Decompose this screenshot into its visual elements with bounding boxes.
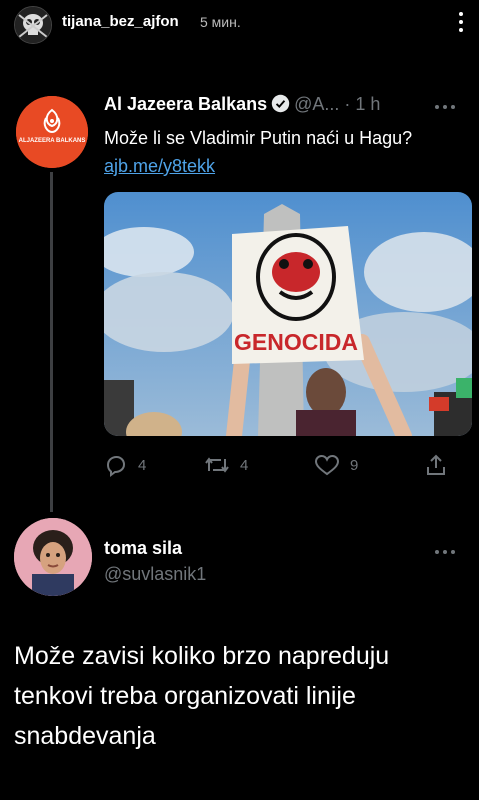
reply-display-name[interactable]: toma sila (104, 538, 182, 559)
like-button[interactable]: 9 (314, 450, 358, 480)
retweet-count: 4 (240, 456, 249, 474)
tweet-media-image[interactable]: GENOCIDA (104, 192, 472, 436)
reply-button[interactable]: 4 (104, 450, 146, 480)
like-count: 9 (350, 456, 359, 474)
reply-text: Može zavisi koliko brzo napreduju tenkov… (14, 642, 390, 750)
retweet-button[interactable]: 4 (204, 450, 248, 480)
aljazeera-logo-text: ALJAZEERA BALKANS (19, 138, 86, 144)
tweet-avatar-aljazeera[interactable]: ALJAZEERA BALKANS (16, 96, 88, 168)
tweet-display-name[interactable]: Al Jazeera Balkans (104, 94, 267, 114)
protest-photo: GENOCIDA (104, 192, 472, 436)
tweet-link[interactable]: ajb.me/y8tekk (104, 156, 215, 176)
story-username[interactable]: tijana_bez_ajfon (62, 13, 179, 30)
tweet-header: Al Jazeera Balkans @A... · 1 h (104, 94, 464, 120)
share-icon (427, 454, 445, 475)
user-photo-avatar (14, 518, 92, 596)
story-time: 5 мин. (200, 14, 241, 30)
skull-avatar-icon (15, 7, 51, 43)
story-more-icon[interactable] (457, 10, 465, 34)
tweet-actions: 4 4 9 (104, 450, 454, 480)
reply-count: 4 (138, 456, 147, 474)
sign-text: GENOCIDA (234, 329, 358, 355)
heart-icon (314, 454, 340, 476)
verified-badge-icon (271, 94, 290, 118)
tweet-time[interactable]: 1 h (355, 94, 380, 114)
tweet-more-icon[interactable] (433, 96, 461, 109)
aljazeera-logo-icon: ALJAZEERA BALKANS (16, 96, 88, 168)
tweet-text: Može li se Vladimir Putin naći u Hagu? a… (104, 124, 434, 180)
tweet-handle[interactable]: @A... (294, 94, 339, 114)
story-avatar[interactable] (14, 6, 52, 44)
reply-icon (106, 455, 126, 477)
story-header: tijana_bez_ajfon 5 мин. (0, 0, 479, 48)
thread-connector-line (50, 172, 53, 512)
reply-more-icon[interactable] (433, 541, 461, 554)
tweet-separator: · (344, 94, 351, 114)
reply-handle[interactable]: @suvlasnik1 (104, 564, 206, 585)
share-button[interactable] (424, 450, 458, 480)
retweet-icon (205, 457, 229, 473)
tweet-avatar-toma-sila[interactable] (14, 518, 92, 596)
tweet-body: Može li se Vladimir Putin naći u Hagu? (104, 128, 413, 148)
